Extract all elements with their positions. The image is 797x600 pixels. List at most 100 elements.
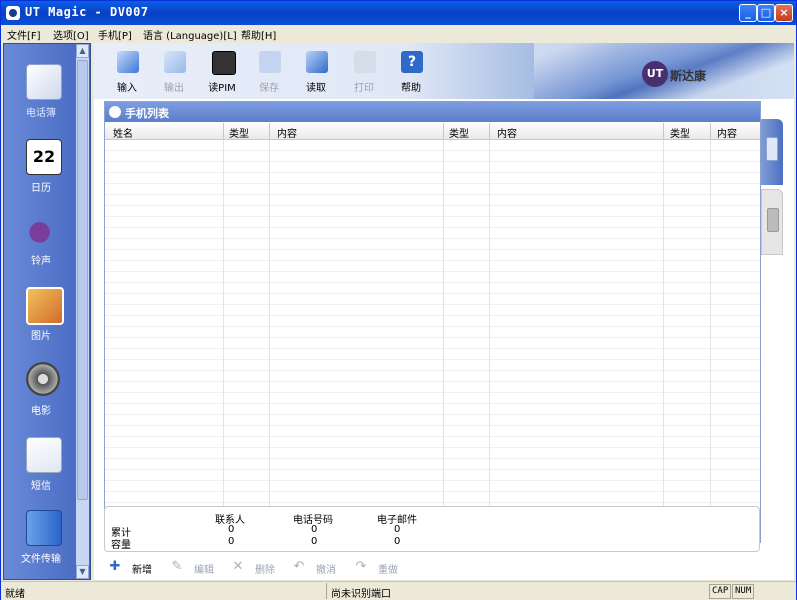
read-pim-label: 读PIM bbox=[208, 83, 236, 94]
sidebar-item-label: 短信 bbox=[31, 481, 51, 492]
collapse-icon[interactable] bbox=[109, 106, 121, 118]
column-divider[interactable] bbox=[663, 123, 664, 139]
sidebar-item-calendar[interactable]: 22 日历 bbox=[4, 139, 78, 209]
phonebook-icon bbox=[26, 64, 62, 100]
pc-icon bbox=[767, 208, 779, 232]
read-pim-button[interactable]: 读PIM bbox=[199, 51, 245, 95]
menu-options[interactable]: 选项[O] bbox=[53, 27, 89, 42]
panel-header: 手机列表 bbox=[105, 102, 760, 122]
title-bar[interactable]: UT Magic - DV007 _ □ × bbox=[1, 1, 796, 25]
col-content-1[interactable]: 内容 bbox=[277, 125, 297, 140]
action-bar: ✚ 新增 ✎ 编辑 ✕ 删除 ↶ 撤消 ↷ 重做 bbox=[104, 558, 759, 578]
add-label: 新增 bbox=[132, 565, 152, 576]
status-bar: 就绪 尚未识别端口 CAP NUM bbox=[1, 581, 796, 600]
ringtone-icon bbox=[26, 212, 60, 246]
undo-button[interactable]: ↶ 撤消 bbox=[292, 560, 348, 577]
menu-file[interactable]: 文件[F] bbox=[7, 27, 41, 42]
edit-icon: ✎ bbox=[171, 559, 183, 574]
minimize-button[interactable]: _ bbox=[739, 4, 757, 22]
column-divider[interactable] bbox=[223, 123, 224, 139]
brand-mark: UT bbox=[642, 61, 668, 87]
table-header: 姓名 类型 内容 类型 内容 类型 内容 bbox=[105, 123, 760, 140]
panel-title: 手机列表 bbox=[125, 107, 169, 120]
read-button[interactable]: 读取 bbox=[293, 51, 339, 95]
sidebar-item-phonebook[interactable]: 电话簿 bbox=[4, 64, 78, 134]
status-ready: 就绪 bbox=[5, 589, 25, 600]
save-button[interactable]: 保存 bbox=[246, 51, 292, 95]
toolbar: 输入 输出 读PIM 保存 读取 打印 ? 帮助 UT 斯达康 bbox=[94, 43, 794, 99]
grid-line bbox=[663, 140, 664, 528]
redo-label: 重做 bbox=[378, 565, 398, 576]
import-button[interactable]: 输入 bbox=[104, 51, 150, 95]
col-type-2[interactable]: 类型 bbox=[449, 125, 469, 140]
redo-button[interactable]: ↷ 重做 bbox=[354, 559, 410, 577]
column-divider[interactable] bbox=[489, 123, 490, 139]
table-body[interactable] bbox=[105, 140, 760, 528]
col-type-1[interactable]: 类型 bbox=[229, 125, 249, 140]
sidebar-item-picture[interactable]: 图片 bbox=[4, 287, 78, 357]
scroll-down-icon[interactable]: ▼ bbox=[76, 565, 89, 579]
sidebar-item-label: 电影 bbox=[31, 406, 51, 417]
phone-list-panel: 手机列表 姓名 类型 内容 类型 内容 类型 内容 bbox=[104, 101, 761, 543]
column-divider[interactable] bbox=[710, 123, 711, 139]
delete-icon: ✕ bbox=[232, 559, 244, 574]
menu-bar: 文件[F] 选项[O] 手机[P] 语言 (Language)[L] 帮助[H] bbox=[1, 25, 796, 43]
col-content-3[interactable]: 内容 bbox=[717, 125, 737, 140]
sidebar: 电话簿 22 日历 铃声 图片 电影 短信 文件传输 ▲ ▼ bbox=[3, 43, 91, 580]
summary-value: 0 bbox=[394, 524, 401, 535]
sidebar-scrollbar[interactable]: ▲ ▼ bbox=[76, 44, 89, 579]
caps-lock-indicator: CAP bbox=[709, 584, 732, 599]
brand-logo: UT 斯达康 bbox=[642, 61, 722, 87]
sidebar-scroll-thumb[interactable] bbox=[77, 60, 88, 500]
add-button[interactable]: ✚ 新增 bbox=[108, 560, 164, 577]
print-label: 打印 bbox=[354, 83, 374, 94]
sidebar-item-label: 图片 bbox=[31, 331, 51, 342]
menu-language[interactable]: 语言 (Language)[L] bbox=[143, 27, 237, 42]
sidebar-item-sms[interactable]: 短信 bbox=[4, 437, 78, 507]
delete-label: 删除 bbox=[255, 565, 275, 576]
save-label: 保存 bbox=[259, 83, 279, 94]
read-pim-icon bbox=[212, 51, 236, 75]
app-window: UT Magic - DV007 _ □ × 文件[F] 选项[O] 手机[P]… bbox=[0, 0, 797, 600]
read-label: 读取 bbox=[306, 83, 326, 94]
edit-button[interactable]: ✎ 编辑 bbox=[170, 559, 226, 577]
maximize-button[interactable]: □ bbox=[757, 4, 775, 22]
read-icon bbox=[306, 51, 328, 73]
redo-icon: ↷ bbox=[355, 559, 367, 574]
edit-label: 编辑 bbox=[194, 565, 214, 576]
export-button[interactable]: 输出 bbox=[151, 51, 197, 95]
delete-button[interactable]: ✕ 删除 bbox=[231, 559, 287, 577]
grid-line bbox=[710, 140, 711, 528]
tab-phone[interactable] bbox=[761, 119, 783, 185]
sms-icon bbox=[26, 437, 62, 473]
help-button[interactable]: ? 帮助 bbox=[388, 51, 434, 95]
sidebar-item-ringtone[interactable]: 铃声 bbox=[4, 212, 78, 282]
summary-row-label-capacity: 容量 bbox=[111, 540, 131, 551]
scroll-up-icon[interactable]: ▲ bbox=[76, 44, 89, 58]
col-content-2[interactable]: 内容 bbox=[497, 125, 517, 140]
num-lock-indicator: NUM bbox=[732, 584, 755, 599]
col-type-3[interactable]: 类型 bbox=[670, 125, 690, 140]
side-tabs bbox=[761, 119, 783, 269]
brand-name: 斯达康 bbox=[670, 69, 707, 83]
export-label: 输出 bbox=[164, 83, 184, 94]
summary-value: 0 bbox=[228, 536, 235, 547]
calendar-icon: 22 bbox=[26, 139, 62, 175]
column-divider[interactable] bbox=[443, 123, 444, 139]
menu-phone[interactable]: 手机[P] bbox=[98, 27, 132, 42]
window-title: UT Magic - DV007 bbox=[25, 5, 149, 19]
app-icon[interactable] bbox=[6, 6, 20, 20]
file-transfer-icon bbox=[26, 510, 62, 546]
column-divider[interactable] bbox=[269, 123, 270, 139]
sidebar-item-label: 铃声 bbox=[31, 256, 51, 267]
summary-box: 联系人 电话号码 电子邮件 累计 0 0 0 容量 0 0 0 bbox=[104, 506, 760, 552]
menu-help[interactable]: 帮助[H] bbox=[241, 27, 276, 42]
tab-pc[interactable] bbox=[761, 189, 783, 255]
print-button[interactable]: 打印 bbox=[341, 51, 387, 95]
sidebar-item-label: 日历 bbox=[31, 183, 51, 194]
close-button[interactable]: × bbox=[775, 4, 793, 22]
grid-line bbox=[489, 140, 490, 528]
col-name[interactable]: 姓名 bbox=[113, 125, 133, 140]
sidebar-item-file-transfer[interactable]: 文件传输 bbox=[4, 510, 78, 580]
sidebar-item-movie[interactable]: 电影 bbox=[4, 362, 78, 432]
